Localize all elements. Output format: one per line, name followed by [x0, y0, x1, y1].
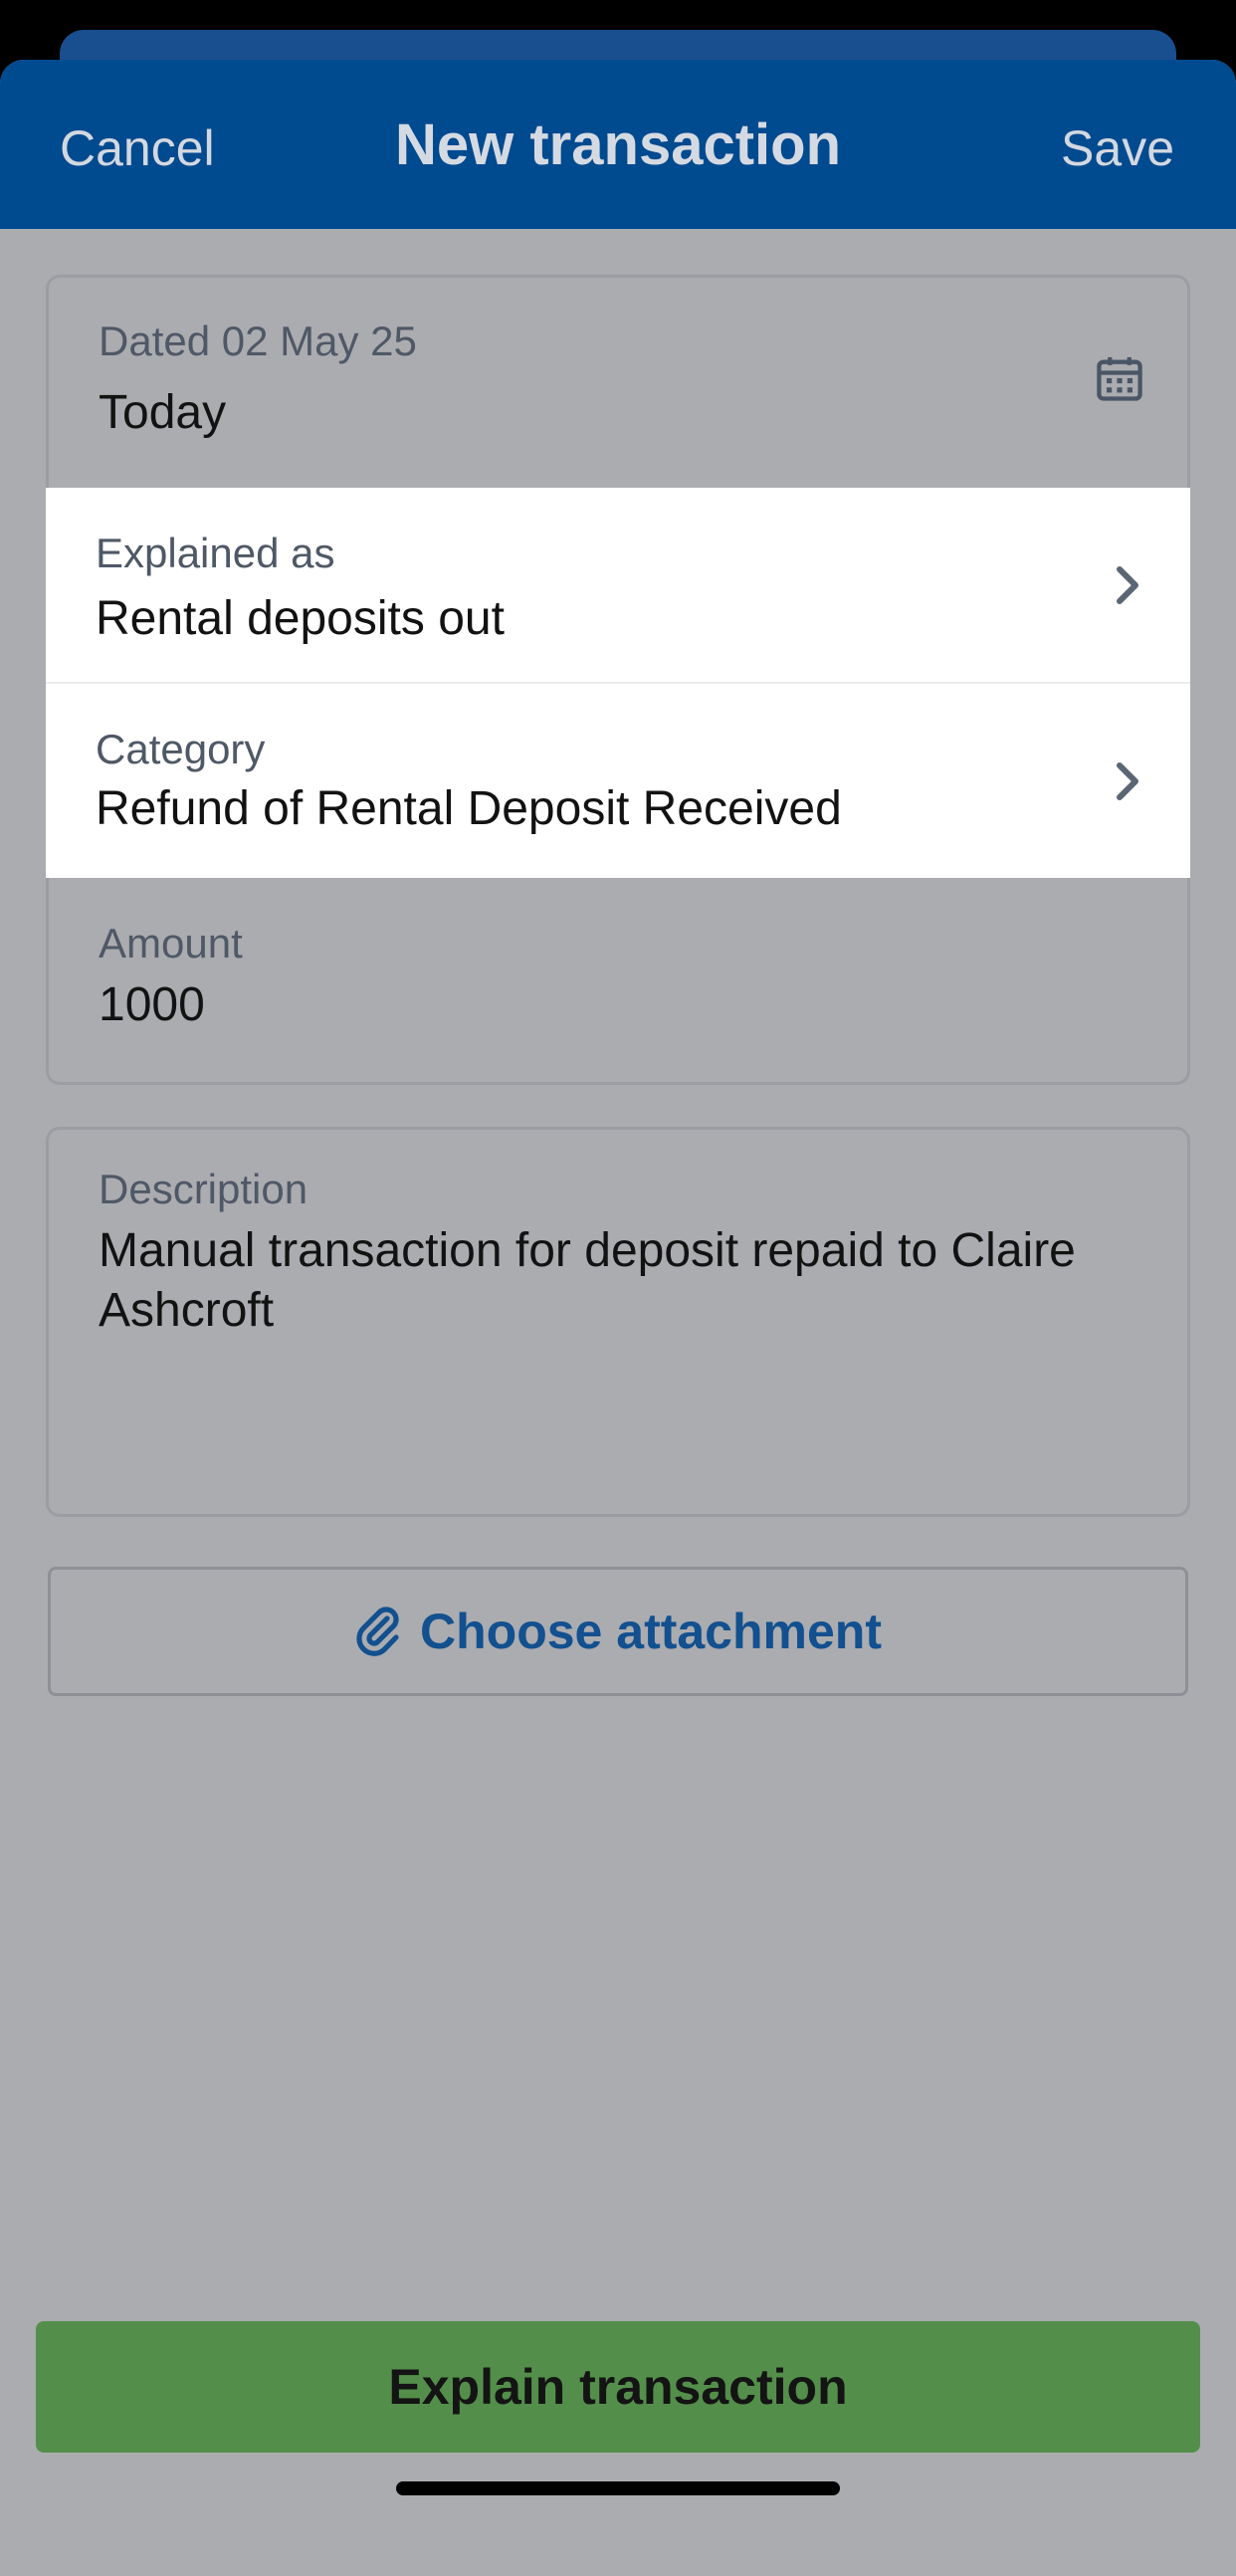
explained-as-label: Explained as [96, 530, 335, 576]
date-value: Today [99, 386, 227, 439]
amount-field[interactable]: Amount 1000 [46, 878, 1190, 1085]
amount-value: 1000 [99, 978, 205, 1031]
new-transaction-screen: Cancel New transaction Save Dated 02 May… [0, 60, 1236, 2576]
explained-as-value: Rental deposits out [96, 592, 505, 645]
calendar-icon[interactable] [1094, 353, 1145, 405]
home-indicator[interactable] [396, 2481, 840, 2495]
description-field[interactable]: Description Manual transaction for depos… [46, 1127, 1190, 1517]
chevron-right-icon [1117, 566, 1138, 604]
category-row[interactable]: Category Refund of Rental Deposit Receiv… [46, 686, 1190, 880]
category-label: Category [96, 726, 266, 772]
navigation-bar: Cancel New transaction Save [0, 60, 1236, 229]
amount-label: Amount [99, 920, 243, 966]
explain-transaction-label: Explain transaction [388, 2359, 848, 2415]
description-label: Description [99, 1166, 309, 1212]
date-label: Dated 02 May 25 [99, 318, 417, 364]
choose-attachment-button[interactable]: Choose attachment [48, 1567, 1188, 1696]
page-title: New transaction [395, 112, 841, 177]
save-button[interactable]: Save [1061, 119, 1174, 177]
description-value: Manual transaction for deposit repaid to… [99, 1224, 1076, 1337]
paperclip-icon [356, 1607, 399, 1656]
chevron-right-icon [1117, 762, 1138, 800]
explained-as-row[interactable]: Explained as Rental deposits out [46, 488, 1190, 684]
date-field[interactable]: Dated 02 May 25 Today [46, 275, 1190, 502]
highlighted-fields: Explained as Rental deposits out Categor… [46, 488, 1190, 880]
category-value: Refund of Rental Deposit Received [96, 782, 842, 835]
explain-transaction-button[interactable]: Explain transaction [36, 2321, 1200, 2453]
choose-attachment-label: Choose attachment [420, 1604, 882, 1659]
